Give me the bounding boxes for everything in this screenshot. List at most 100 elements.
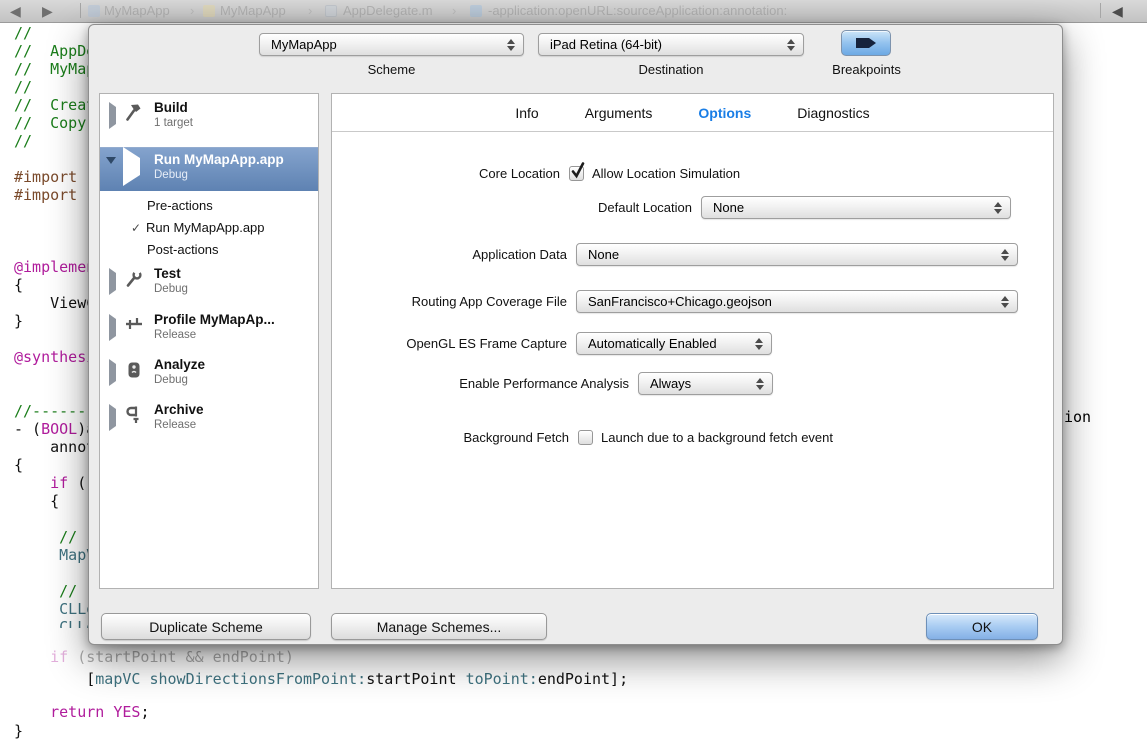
disclosure-triangle-icon[interactable] [109, 319, 116, 337]
tab-options[interactable]: Options [698, 105, 751, 121]
code-token: ; [140, 703, 149, 721]
scheme-label: Scheme [259, 62, 524, 77]
popup-stepper-icon [1000, 249, 1009, 261]
code-line: { [14, 276, 88, 294]
code-token: // [14, 24, 32, 42]
code-line [14, 384, 88, 402]
scheme-popup[interactable]: MyMapApp [259, 33, 524, 56]
code-line [14, 366, 88, 384]
sidebar-subitem-post-actions[interactable]: Post-actions [147, 242, 219, 257]
options-panel: Info Arguments Options Diagnostics Core … [331, 93, 1054, 589]
code-token: // MyMapApp [14, 60, 88, 78]
check-icon: ✓ [131, 221, 141, 235]
code-token: // Copyright [14, 114, 88, 132]
background-fetch-checkbox[interactable] [578, 430, 593, 445]
code-token: @implementation [14, 258, 88, 276]
code-line: } [14, 312, 88, 330]
disclosure-triangle-icon[interactable] [106, 164, 116, 182]
breakpoints-toggle-button[interactable] [841, 30, 891, 56]
checkmark-icon [570, 162, 585, 180]
archive-clamp-icon [124, 405, 144, 425]
forward-arrow-icon[interactable]: ▶ [42, 2, 53, 20]
sidebar-item-archive-subtitle: Release [154, 419, 196, 431]
performance-analysis-label: Enable Performance Analysis [342, 376, 629, 391]
code-token: { [14, 276, 23, 294]
opengl-frame-capture-label: OpenGL ES Frame Capture [342, 336, 567, 351]
code-token: ( [68, 474, 86, 492]
code-line: if ( [14, 474, 88, 492]
code-line [14, 150, 88, 168]
code-line: #import "MapViewController.h" [14, 186, 88, 204]
allow-location-simulation-checkbox[interactable] [569, 166, 584, 181]
tab-arguments[interactable]: Arguments [585, 105, 653, 121]
disclosure-triangle-icon[interactable] [109, 364, 116, 382]
code-line: // [14, 582, 88, 600]
code-line: - (BOOL)application:openURL:sourceApplic… [14, 420, 88, 438]
jump-bar-item[interactable]: AppDelegate.m [343, 3, 433, 19]
application-data-popup[interactable]: None [576, 243, 1018, 266]
routing-coverage-file-value: SanFrancisco+Chicago.geojson [588, 294, 772, 309]
application-data-value: None [588, 247, 619, 262]
code-token: mapVC showDirectionsFromPoint: [95, 670, 366, 688]
code-line: #import "AppDelegate.h" [14, 168, 88, 186]
related-items-arrow-icon[interactable]: ◀ [1112, 2, 1123, 20]
code-token: @synthesize [14, 348, 88, 366]
code-token: toPoint: [466, 670, 538, 688]
disclosure-triangle-icon[interactable] [109, 107, 116, 125]
code-line: return YES; [14, 703, 149, 721]
scheme-actions-sidebar: Build 1 target Run MyMapApp.app Debug Pr… [99, 93, 319, 589]
sidebar-item-archive[interactable]: Archive [154, 402, 204, 417]
jump-bar-item[interactable]: MyMapApp [104, 3, 170, 19]
code-token [14, 648, 50, 666]
sidebar-subitem-run[interactable]: Run MyMapApp.app [146, 220, 265, 235]
tab-diagnostics[interactable]: Diagnostics [797, 105, 869, 121]
code-line: // [14, 24, 88, 42]
routing-coverage-file-popup[interactable]: SanFrancisco+Chicago.geojson [576, 290, 1018, 313]
destination-popup[interactable]: iPad Retina (64-bit) [538, 33, 804, 56]
sidebar-item-profile[interactable]: Profile MyMapAp... [154, 312, 275, 327]
code-token: } [14, 722, 23, 740]
sidebar-item-test[interactable]: Test [154, 266, 181, 281]
sidebar-item-build[interactable]: Build [154, 100, 188, 115]
disclosure-triangle-icon[interactable] [109, 273, 116, 291]
default-location-popup[interactable]: None [701, 196, 1011, 219]
code-token: } [14, 312, 23, 330]
opengl-frame-capture-popup[interactable]: Automatically Enabled [576, 332, 772, 355]
duplicate-scheme-button[interactable]: Duplicate Scheme [101, 613, 311, 640]
code-line: //--------------------------------------… [14, 402, 88, 420]
routing-coverage-file-label: Routing App Coverage File [342, 294, 567, 309]
performance-analysis-popup[interactable]: Always [638, 372, 773, 395]
sidebar-item-analyze[interactable]: Analyze [154, 357, 205, 372]
application-data-label: Application Data [342, 247, 567, 262]
disclosure-triangle-icon[interactable] [109, 409, 116, 427]
sidebar-item-run-selected[interactable]: Run MyMapApp.app Debug [100, 147, 318, 191]
opengl-frame-capture-value: Automatically Enabled [588, 336, 717, 351]
code-line: // Copyright [14, 114, 88, 132]
sidebar-item-run-subtitle: Debug [154, 169, 188, 181]
code-line [14, 564, 88, 582]
ok-button[interactable]: OK [926, 613, 1038, 640]
sidebar-subitem-pre-actions[interactable]: Pre-actions [147, 198, 213, 213]
code-token: #import [14, 186, 86, 204]
manage-schemes-button[interactable]: Manage Schemes... [331, 613, 547, 640]
default-location-label: Default Location [342, 200, 692, 215]
jump-bar-item[interactable]: MyMapApp [220, 3, 286, 19]
run-play-icon [123, 158, 140, 176]
jump-bar-item[interactable]: -application:openURL:sourceApplication:a… [488, 3, 787, 19]
code-token [104, 703, 113, 721]
code-token: if [50, 648, 68, 666]
profile-caliper-icon [124, 315, 144, 335]
popup-stepper-icon [1000, 296, 1009, 308]
code-token: )application:openURL:sourceApplication:a… [77, 420, 88, 438]
tab-info[interactable]: Info [515, 105, 538, 121]
jump-bar-separator: › [190, 3, 194, 19]
code-token: #import [14, 168, 86, 186]
back-arrow-icon[interactable]: ◀ [10, 2, 21, 20]
code-line: annotation: [14, 438, 88, 456]
popup-stepper-icon [755, 378, 764, 390]
code-line: if (startPoint && endPoint) [14, 648, 294, 666]
code-line: @synthesize [14, 348, 88, 366]
hammer-icon [124, 103, 144, 123]
code-line: { [14, 456, 88, 474]
code-token [14, 546, 59, 564]
